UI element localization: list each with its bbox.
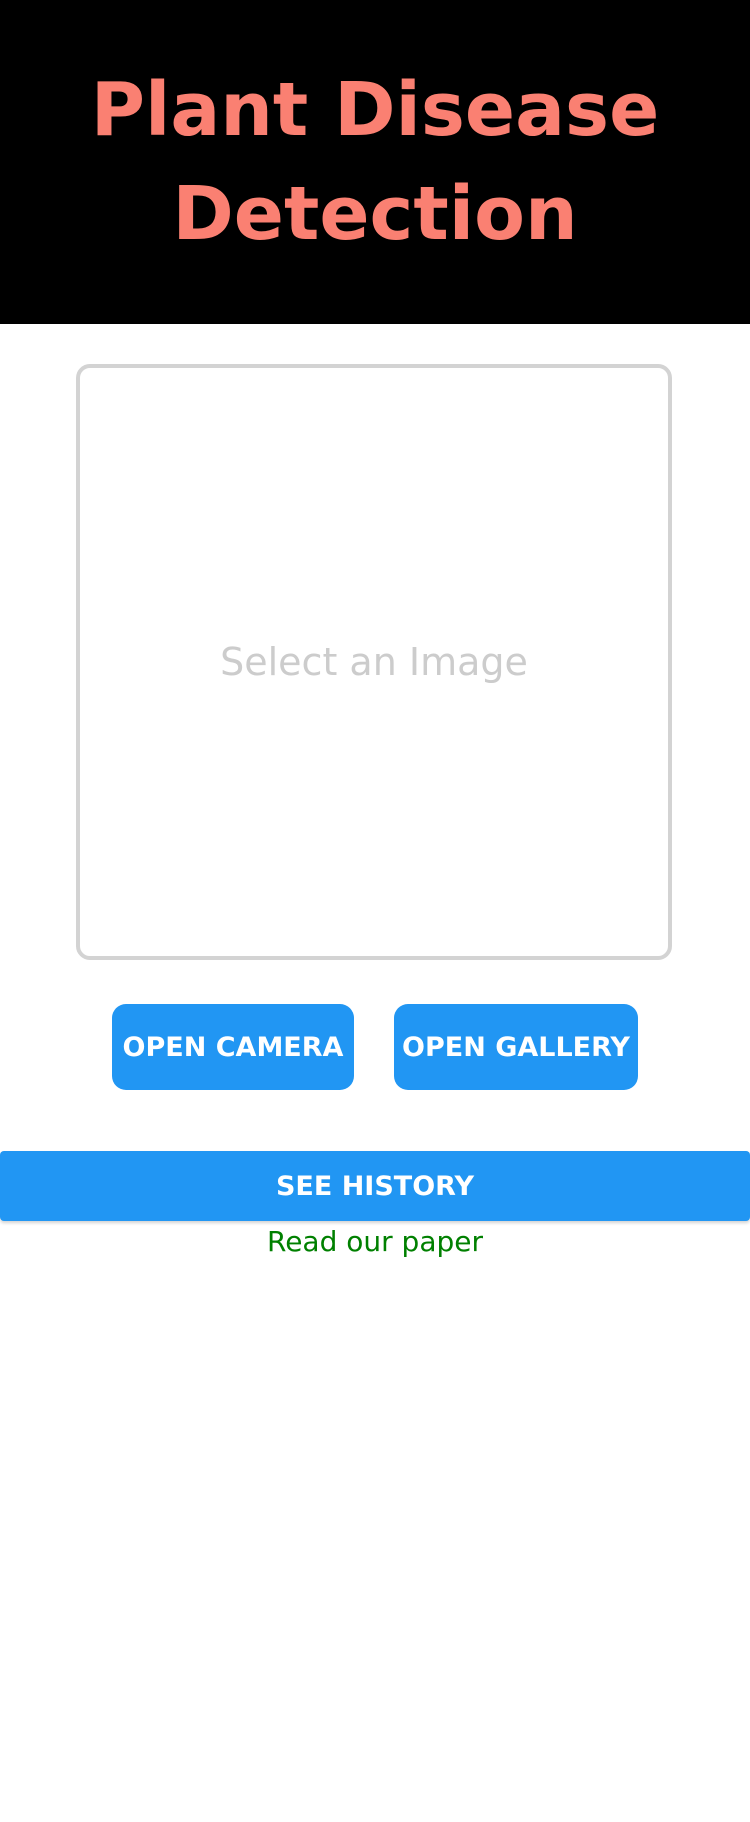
app-screen: Plant Disease Detection Select an Image …: [0, 0, 750, 1822]
read-paper-link[interactable]: Read our paper: [0, 1222, 750, 1262]
image-preview-box[interactable]: Select an Image: [76, 364, 672, 960]
page-title: Plant Disease Detection: [90, 67, 660, 257]
see-history-button[interactable]: SEE HISTORY: [0, 1151, 750, 1221]
open-gallery-button[interactable]: OPEN GALLERY: [394, 1004, 638, 1090]
image-placeholder-text: Select an Image: [220, 640, 528, 684]
open-camera-button[interactable]: OPEN CAMERA: [112, 1004, 354, 1090]
app-header: Plant Disease Detection: [0, 0, 750, 324]
